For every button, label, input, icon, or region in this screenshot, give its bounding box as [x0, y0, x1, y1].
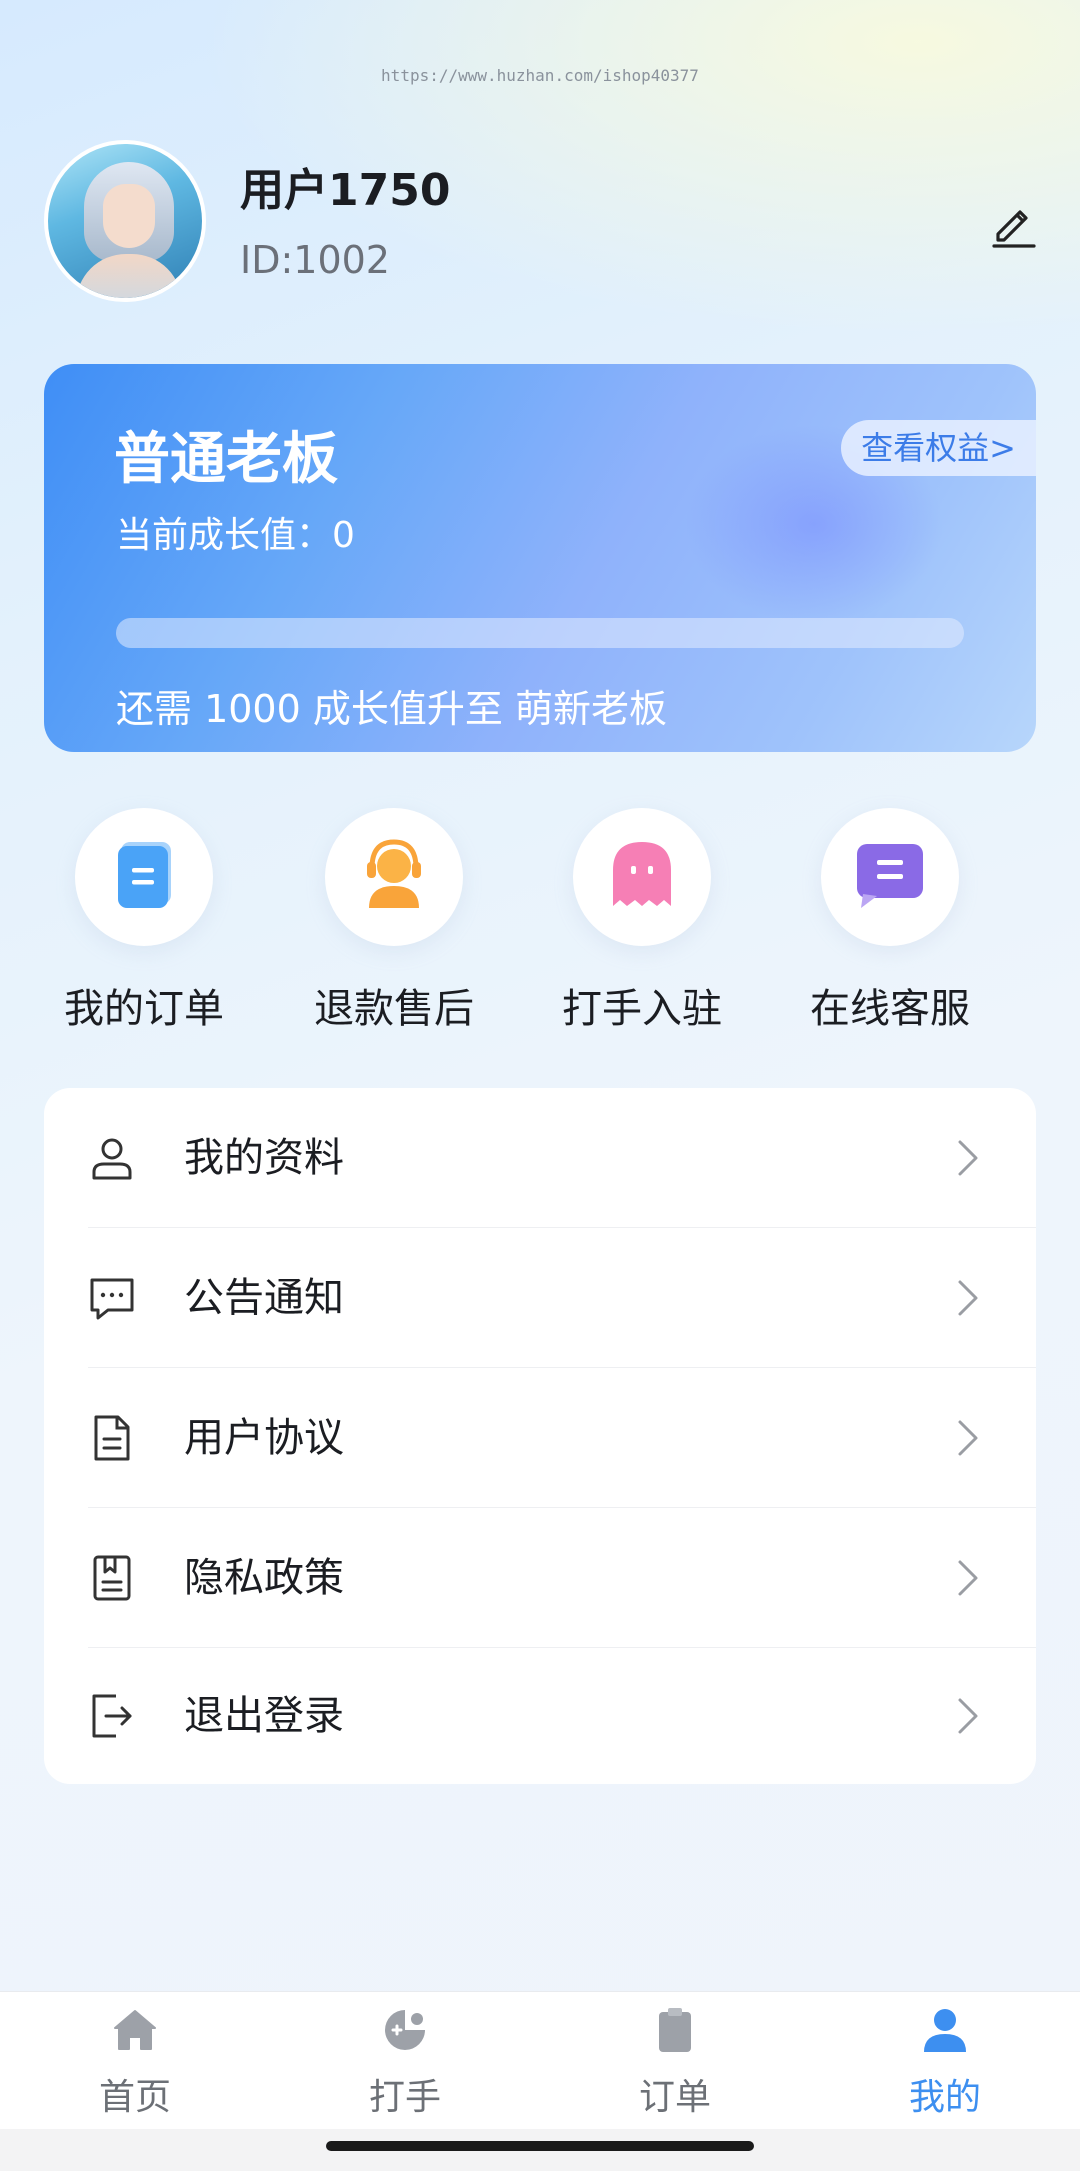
- growth-value: 当前成长值：0: [116, 515, 355, 556]
- bottom-tab-bar: 首页 打手 订单 我的: [0, 1991, 1080, 2130]
- quick-icon-circle: [325, 808, 463, 946]
- quick-icon-circle: [75, 808, 213, 946]
- tab-player[interactable]: 打手: [270, 1992, 540, 2130]
- headset-icon: [367, 839, 421, 908]
- membership-level-card: 普通老板 当前成长值：0 查看权益> 还需 1000 成长值升至 萌新老板: [44, 364, 1036, 752]
- quick-label: 我的订单: [64, 986, 224, 1032]
- menu-item-logout[interactable]: 退出登录: [44, 1646, 1036, 1785]
- view-benefits-button[interactable]: 查看权益>: [841, 420, 1036, 476]
- chat-icon: [857, 844, 923, 908]
- tab-label: 首页: [98, 2077, 171, 2118]
- level-name: 普通老板: [114, 427, 338, 492]
- menu-item-my-profile[interactable]: 我的资料: [44, 1088, 1036, 1227]
- chevron-right-icon: [958, 1698, 978, 1734]
- clipboard-icon: [659, 2008, 691, 2052]
- chevron-right-icon: [958, 1140, 978, 1176]
- settings-menu: 我的资料 公告通知 用户协议 隐私政策 退出登录: [44, 1088, 1036, 1784]
- chevron-right-icon: [958, 1560, 978, 1596]
- profile-header: 用户1750 ID:1002: [44, 140, 1044, 310]
- tab-mine[interactable]: 我的: [810, 1992, 1080, 2130]
- chevron-right-icon: [958, 1420, 978, 1456]
- edit-pencil-icon: [992, 210, 1036, 248]
- user-icon: [92, 1138, 132, 1180]
- tab-home[interactable]: 首页: [0, 1992, 270, 2130]
- tab-label: 打手: [368, 2077, 441, 2118]
- watermark-url: https://www.huzhan.com/ishop40377: [381, 66, 699, 85]
- menu-label: 退出登录: [184, 1693, 344, 1739]
- quick-refund-aftersale[interactable]: 退款售后: [294, 808, 494, 1032]
- home-indicator[interactable]: [326, 2141, 754, 2151]
- menu-label: 公告通知: [184, 1275, 344, 1321]
- quick-actions: 我的订单 退款售后 打手入驻 在线客服: [44, 808, 1036, 1032]
- user-id: ID:1002: [240, 238, 390, 282]
- logout-icon: [92, 1694, 132, 1738]
- quick-icon-circle: [821, 808, 959, 946]
- message-icon: [90, 1278, 134, 1320]
- quick-online-service[interactable]: 在线客服: [790, 808, 990, 1032]
- edit-profile-button[interactable]: [986, 196, 1040, 250]
- tab-orders[interactable]: 订单: [540, 1992, 810, 2130]
- username: 用户1750: [240, 165, 451, 216]
- menu-label: 用户协议: [184, 1415, 344, 1461]
- quick-icon-circle: [573, 808, 711, 946]
- document-icon: [94, 1415, 130, 1461]
- person-icon: [924, 2009, 966, 2052]
- policy-icon: [93, 1555, 131, 1601]
- avatar[interactable]: [44, 140, 206, 302]
- quick-my-orders[interactable]: 我的订单: [44, 808, 244, 1032]
- menu-label: 隐私政策: [184, 1555, 344, 1601]
- quick-label: 退款售后: [314, 986, 474, 1032]
- upgrade-hint: 还需 1000 成长值升至 萌新老板: [116, 687, 667, 731]
- system-home-bar: [0, 2129, 1080, 2171]
- menu-item-privacy-policy[interactable]: 隐私政策: [44, 1508, 1036, 1647]
- growth-progress-bar: [116, 618, 964, 648]
- order-icon: [118, 842, 171, 908]
- quick-label: 打手入驻: [562, 986, 722, 1032]
- tab-label: 订单: [638, 2077, 711, 2118]
- quick-label: 在线客服: [810, 986, 970, 1032]
- menu-item-user-agreement[interactable]: 用户协议: [44, 1368, 1036, 1507]
- home-icon: [114, 2010, 156, 2050]
- menu-label: 我的资料: [184, 1135, 344, 1181]
- menu-item-announcements[interactable]: 公告通知: [44, 1228, 1036, 1367]
- chevron-right-icon: [958, 1280, 978, 1316]
- gamepad-icon: [385, 2010, 425, 2050]
- tab-label: 我的: [908, 2077, 981, 2118]
- quick-player-join[interactable]: 打手入驻: [542, 808, 742, 1032]
- ghost-icon: [613, 842, 671, 906]
